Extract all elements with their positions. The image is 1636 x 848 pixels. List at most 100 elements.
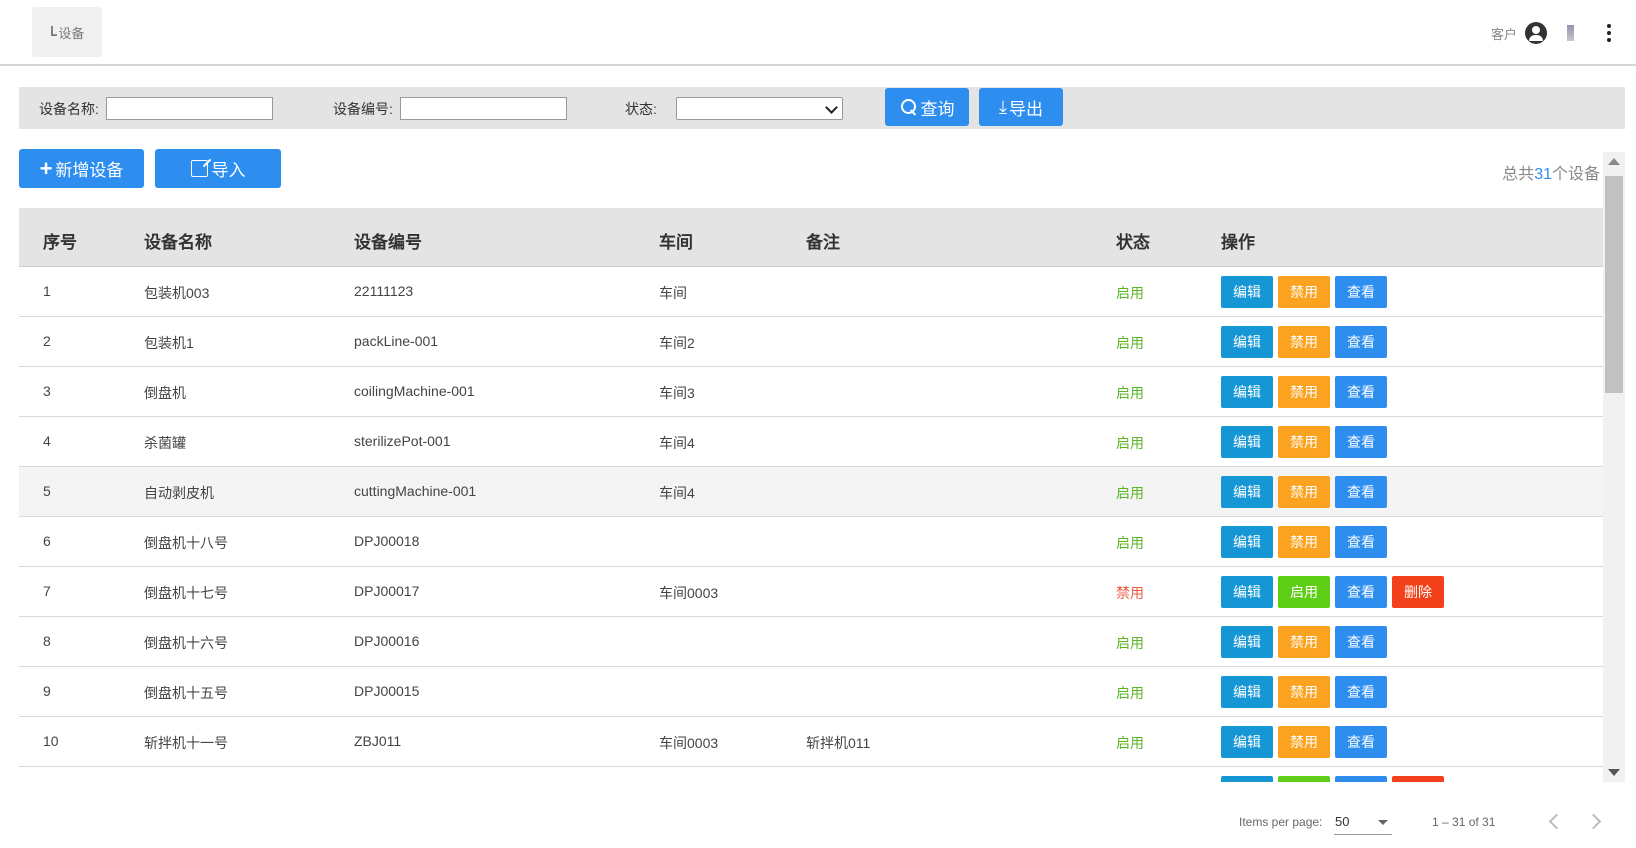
edit-button[interactable]: 编辑 — [1221, 476, 1273, 508]
status-select[interactable] — [676, 97, 843, 120]
disable-button[interactable]: 禁用 — [1278, 276, 1330, 308]
device-icon: L — [49, 24, 58, 40]
account-circle-icon[interactable] — [1525, 22, 1547, 44]
disable-button[interactable]: 禁用 — [1278, 626, 1330, 658]
paginator: Items per page: 50 1 – 31 of 31 — [0, 800, 1636, 848]
cell-no: 1 — [43, 283, 51, 299]
view-button[interactable]: 查看 — [1335, 726, 1387, 758]
table-row: 8 倒盘机十六号 DPJ00016 启用 编辑 禁用 查看 — [19, 617, 1603, 667]
col-workshop: 车间 — [659, 233, 693, 252]
cell-note: 斩拌机011 — [806, 735, 871, 751]
cell-status: 启用 — [1116, 735, 1144, 751]
user-area: 客户 — [1491, 18, 1616, 48]
cell-no: 9 — [43, 683, 51, 699]
add-device-label: 新增设备 — [55, 161, 124, 180]
table-row: 9 倒盘机十五号 DPJ00015 启用 编辑 禁用 查看 — [19, 667, 1603, 717]
disable-button[interactable]: 禁用 — [1278, 326, 1330, 358]
row-actions: 编辑 禁用 查看 — [1221, 276, 1392, 308]
view-button[interactable]: 查看 — [1335, 676, 1387, 708]
table-body: 1 包装机003 22111123 车间 启用 编辑 禁用 查看 2 包装机1 packLine-0… — [19, 267, 1603, 782]
row-actions: 编辑 禁用 查看 — [1221, 426, 1392, 458]
table-row: 10 斩拌机十一号 ZBJ011 车间0003 斩拌机011 启用 编辑 禁用 查看 — [19, 717, 1603, 767]
page-size-select[interactable]: 50 — [1334, 810, 1392, 835]
scroll-up-arrow-icon[interactable] — [1608, 158, 1620, 165]
scroll-down-arrow-icon[interactable] — [1608, 769, 1620, 776]
device-code-label: 设备编号: — [333, 101, 393, 117]
edit-button[interactable] — [1221, 776, 1273, 782]
cell-status: 禁用 — [1116, 585, 1144, 601]
scroll-thumb[interactable] — [1605, 176, 1623, 393]
cell-no: 10 — [43, 733, 59, 749]
cell-workshop: 车间0003 — [659, 585, 719, 601]
cell-workshop: 车间4 — [659, 485, 695, 501]
table-row: 7 倒盘机十七号 DPJ00017 车间0003 禁用 编辑 启用 查看 删除 — [19, 567, 1603, 617]
disable-button[interactable]: 禁用 — [1278, 426, 1330, 458]
device-name-input[interactable] — [106, 97, 273, 120]
cell-no: 8 — [43, 633, 51, 649]
cell-name: 斩拌机十一号 — [144, 735, 228, 751]
col-name: 设备名称 — [144, 233, 212, 252]
edit-button[interactable]: 编辑 — [1221, 276, 1273, 308]
search-button[interactable]: 查询 — [885, 88, 969, 126]
import-button[interactable]: 导入 — [155, 149, 281, 188]
total-number: 31 — [1534, 166, 1552, 183]
edit-button[interactable]: 编辑 — [1221, 426, 1273, 458]
edit-button[interactable]: 编辑 — [1221, 676, 1273, 708]
cell-workshop: 车间0003 — [659, 735, 719, 751]
delete-button[interactable] — [1392, 776, 1444, 782]
edit-button[interactable]: 编辑 — [1221, 326, 1273, 358]
cell-status: 启用 — [1116, 635, 1144, 651]
next-page-icon[interactable] — [1585, 813, 1602, 830]
page-size-value: 50 — [1335, 814, 1350, 829]
cell-name: 倒盘机 — [144, 385, 186, 401]
view-button[interactable]: 查看 — [1335, 326, 1387, 358]
cell-no: 2 — [43, 333, 51, 349]
export-button[interactable]: ⤓ 导出 — [979, 88, 1063, 126]
col-status: 状态 — [1116, 233, 1150, 252]
view-button[interactable] — [1335, 776, 1387, 782]
cell-code: packLine-001 — [354, 333, 439, 349]
disable-button[interactable]: 禁用 — [1278, 676, 1330, 708]
import-label: 导入 — [211, 161, 246, 180]
edit-button[interactable]: 编辑 — [1221, 626, 1273, 658]
table-row: 4 杀菌罐 sterilizePot-001 车间4 启用 编辑 禁用 查看 — [19, 417, 1603, 467]
view-button[interactable]: 查看 — [1335, 626, 1387, 658]
disable-button[interactable]: 禁用 — [1278, 526, 1330, 558]
view-button[interactable]: 查看 — [1335, 526, 1387, 558]
cell-no: 5 — [43, 483, 51, 499]
delete-button[interactable]: 删除 — [1392, 576, 1444, 608]
view-button[interactable]: 查看 — [1335, 376, 1387, 408]
edit-button[interactable]: 编辑 — [1221, 576, 1273, 608]
export-button-label: 导出 — [1008, 99, 1043, 119]
edit-button[interactable]: 编辑 — [1221, 726, 1273, 758]
device-table: 序号 设备名称 设备编号 车间 备注 状态 操作 1 包装机003 22111123… — [19, 208, 1603, 782]
vertical-scrollbar[interactable] — [1603, 152, 1625, 782]
disable-button[interactable]: 禁用 — [1278, 376, 1330, 408]
col-no: 序号 — [43, 233, 77, 252]
row-actions: 编辑 禁用 查看 — [1221, 726, 1392, 758]
device-code-input[interactable] — [400, 97, 567, 120]
cell-name: 包装机003 — [144, 285, 210, 301]
row-actions: 编辑 禁用 查看 — [1221, 626, 1392, 658]
view-button[interactable]: 查看 — [1335, 476, 1387, 508]
enable-button[interactable] — [1278, 776, 1330, 782]
view-button[interactable]: 查看 — [1335, 276, 1387, 308]
cell-name: 倒盘机十六号 — [144, 635, 228, 651]
add-device-button[interactable]: + 新增设备 — [19, 149, 144, 188]
prev-page-icon[interactable] — [1548, 813, 1565, 830]
disable-button[interactable]: 禁用 — [1278, 476, 1330, 508]
enable-button[interactable]: 启用 — [1278, 576, 1330, 608]
row-actions: 编辑 禁用 查看 — [1221, 676, 1392, 708]
more-vert-icon[interactable] — [1602, 21, 1616, 45]
dropdown-arrow-icon — [1378, 820, 1388, 825]
view-button[interactable]: 查看 — [1335, 576, 1387, 608]
app-logo[interactable]: L 设备 — [32, 7, 102, 57]
edit-button[interactable]: 编辑 — [1221, 376, 1273, 408]
edit-button[interactable]: 编辑 — [1221, 526, 1273, 558]
cell-code: 22111123 — [354, 283, 414, 299]
col-note: 备注 — [806, 233, 840, 252]
disable-button[interactable]: 禁用 — [1278, 726, 1330, 758]
view-button[interactable]: 查看 — [1335, 426, 1387, 458]
top-bar: L 设备 客户 — [0, 0, 1636, 66]
cell-name: 自动剥皮机 — [144, 485, 214, 501]
